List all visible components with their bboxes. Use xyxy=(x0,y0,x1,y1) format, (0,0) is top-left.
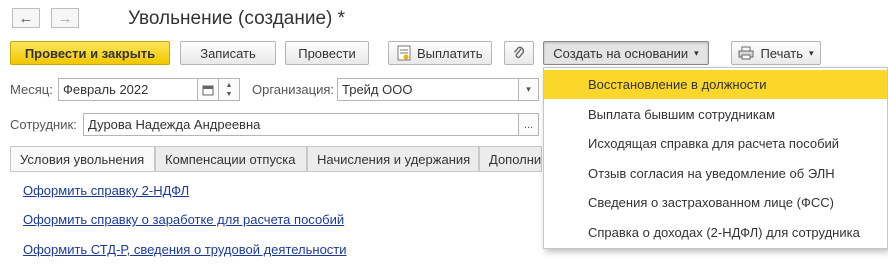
employee-input[interactable]: Дурова Надежда Андреевна xyxy=(83,113,519,136)
create-based-on-menu: Восстановление в должности Выплата бывши… xyxy=(543,67,888,249)
post-button[interactable]: Провести xyxy=(285,41,369,65)
menu-item-reinstatement[interactable]: Восстановление в должности xyxy=(544,70,887,99)
print-button[interactable]: Печать ▾ xyxy=(731,41,821,65)
chevron-down-icon: ▾ xyxy=(809,47,814,58)
menu-item-eln-consent-revoke[interactable]: Отзыв согласия на уведомление об ЭЛН xyxy=(544,159,887,188)
attach-button[interactable] xyxy=(504,41,534,65)
tab-vacation-compensation[interactable]: Компенсации отпуска xyxy=(155,146,307,172)
organization-dropdown-button[interactable]: ▾ xyxy=(518,78,539,101)
organization-label: Организация: xyxy=(252,82,335,97)
month-input[interactable]: Февраль 2022 xyxy=(58,78,198,101)
calendar-icon xyxy=(202,84,214,96)
forward-button[interactable]: → xyxy=(51,8,79,28)
tab-bar: Условия увольнения Компенсации отпуска Н… xyxy=(10,146,542,172)
tab-divider xyxy=(10,171,542,172)
link-salary-certificate[interactable]: Оформить справку о заработке для расчета… xyxy=(23,212,344,227)
create-based-on-button[interactable]: Создать на основании ▾ xyxy=(543,41,709,65)
employee-label: Сотрудник: xyxy=(10,117,77,132)
link-std-r[interactable]: Оформить СТД-Р, сведения о трудовой деят… xyxy=(23,242,347,257)
chevron-down-icon: ▾ xyxy=(526,84,531,94)
menu-item-benefit-certificate[interactable]: Исходящая справка для расчета пособий xyxy=(544,129,887,158)
tab-accruals-deductions[interactable]: Начисления и удержания xyxy=(307,146,479,172)
back-arrow-icon: ← xyxy=(18,9,34,27)
document-pay-icon xyxy=(397,45,411,61)
paperclip-icon xyxy=(513,45,525,61)
month-stepper[interactable]: ▲ ▼ xyxy=(218,78,240,101)
employee-select-button[interactable]: ... xyxy=(518,113,539,136)
menu-item-former-employee-payment[interactable]: Выплата бывшим сотрудникам xyxy=(544,100,887,129)
chevron-down-icon: ▾ xyxy=(694,47,699,58)
pay-button[interactable]: Выплатить xyxy=(388,41,492,65)
organization-input[interactable]: Трейд ООО xyxy=(337,78,519,101)
menu-item-insured-person-info[interactable]: Сведения о застрахованном лице (ФСС) xyxy=(544,188,887,217)
month-label: Месяц: xyxy=(10,82,53,97)
calendar-button[interactable] xyxy=(197,78,219,101)
print-label: Печать xyxy=(760,45,804,61)
post-and-close-button[interactable]: Провести и закрыть xyxy=(10,41,170,65)
page-title: Увольнение (создание) * xyxy=(128,8,346,29)
forward-arrow-icon: → xyxy=(57,9,73,27)
tab-additional[interactable]: Дополнит xyxy=(479,146,542,172)
pay-label: Выплатить xyxy=(417,45,483,61)
printer-icon xyxy=(738,46,754,60)
tab-dismissal-conditions[interactable]: Условия увольнения xyxy=(10,146,155,172)
stepper-up-icon: ▲ xyxy=(225,81,233,89)
menu-item-income-certificate[interactable]: Справка о доходах (2-НДФЛ) для сотрудник… xyxy=(544,218,887,247)
link-2ndfl[interactable]: Оформить справку 2-НДФЛ xyxy=(23,183,189,198)
ellipsis-icon: ... xyxy=(523,118,534,131)
create-based-on-label: Создать на основании xyxy=(553,45,689,61)
back-button[interactable]: ← xyxy=(12,8,40,28)
stepper-down-icon: ▼ xyxy=(225,90,233,98)
save-button[interactable]: Записать xyxy=(180,41,276,65)
